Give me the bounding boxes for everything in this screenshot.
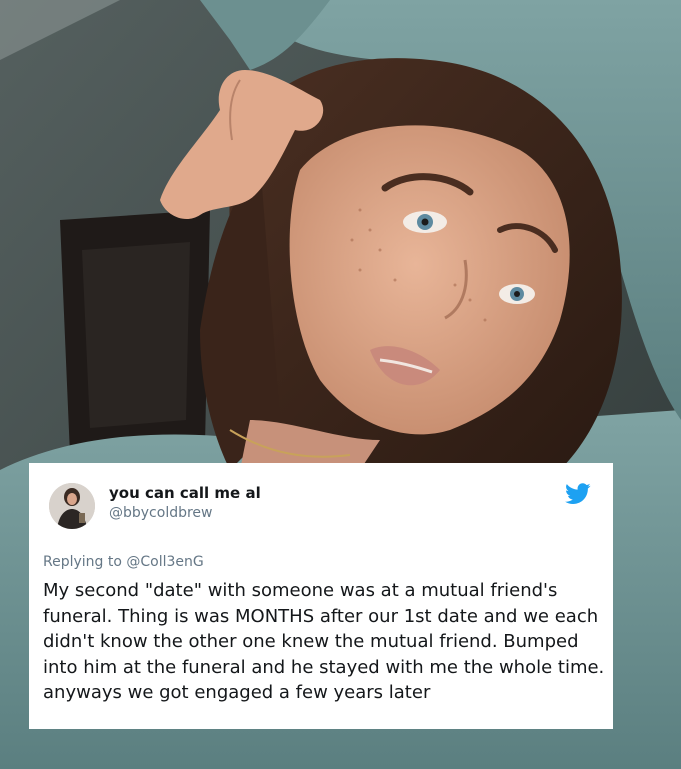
replying-to-line: Replying to @Coll3enG: [43, 553, 599, 571]
display-name[interactable]: you can call me al: [109, 484, 261, 502]
avatar[interactable]: [49, 483, 95, 529]
tweet-header: you can call me al @bbycoldbrew: [43, 479, 599, 529]
replying-to-handle[interactable]: @Coll3enG: [126, 554, 203, 570]
tweet-text: My second "date" with someone was at a m…: [43, 580, 605, 703]
replying-to-prefix: Replying to: [43, 554, 122, 570]
twitter-bird-icon[interactable]: [565, 483, 591, 505]
tweet-card: you can call me al @bbycoldbrew Replying…: [29, 463, 613, 729]
user-names: you can call me al @bbycoldbrew: [109, 484, 261, 522]
user-handle[interactable]: @bbycoldbrew: [109, 504, 261, 522]
